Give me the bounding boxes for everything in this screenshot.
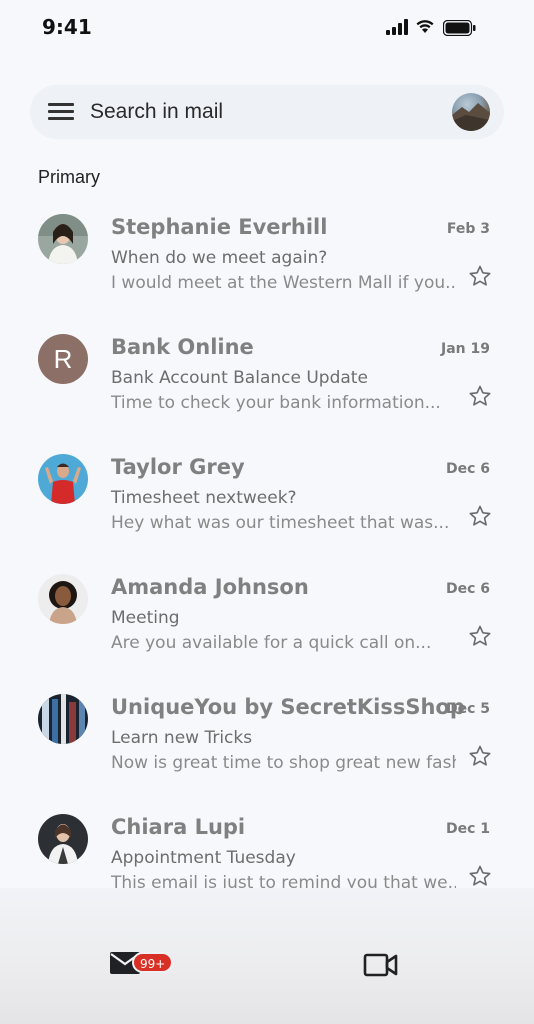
star-icon[interactable] [468,864,492,888]
sender-name: Bank Online [111,335,254,359]
meet-tab[interactable] [363,952,399,978]
email-snippet: Time to check your bank information... [111,393,441,413]
video-camera-icon [363,953,398,977]
bottom-nav: 99+ [0,888,534,1024]
sender-avatar [38,694,88,744]
mail-tab[interactable]: 99+ [110,950,174,980]
email-date: Dec 1 [445,821,490,837]
star-icon[interactable] [468,384,492,408]
star-icon[interactable] [468,264,492,288]
mail-row[interactable]: Taylor Grey Dec 6 Timesheet nextweek? He… [0,440,534,560]
account-avatar[interactable] [452,93,490,131]
email-subject: When do we meet again? [111,248,328,268]
sender-avatar [38,814,88,864]
email-date: Dec 5 [445,701,490,717]
email-date: Dec 6 [445,461,490,477]
mail-row[interactable]: Amanda Johnson Dec 6 Meeting Are you ava… [0,560,534,680]
email-snippet: Now is great time to shop great new fash… [111,753,456,773]
sender-name: UniqueYou by SecretKissShop [111,695,465,719]
star-icon[interactable] [468,744,492,768]
sender-avatar [38,574,88,624]
sender-name: Chiara Lupi [111,815,246,839]
status-bar: 9:41 [0,0,534,56]
mail-row[interactable]: Stephanie Everhill Feb 3 When do we meet… [0,200,534,320]
email-subject: Timesheet nextweek? [111,488,297,508]
search-input[interactable] [90,97,430,127]
sender-name: Stephanie Everhill [111,215,328,239]
status-time: 9:41 [42,15,92,39]
sender-name: Taylor Grey [111,455,245,479]
email-subject: Appointment Tuesday [111,848,296,868]
section-label-primary: Primary [38,167,100,187]
email-subject: Meeting [111,608,180,628]
wifi-icon [416,20,434,33]
sender-avatar [38,214,88,264]
email-snippet: Are you available for a quick call on... [111,633,432,653]
email-subject: Bank Account Balance Update [111,368,368,388]
mail-list: Stephanie Everhill Feb 3 When do we meet… [0,200,534,920]
email-snippet: Hey what was our timesheet that was... [111,513,450,533]
mail-row[interactable]: R Bank Online Jan 19 Bank Account Balanc… [0,320,534,440]
battery-icon [443,20,476,36]
email-date: Dec 6 [445,581,490,597]
sender-avatar-letter: R [38,334,88,384]
email-snippet: I would meet at the Western Mall if you.… [111,273,456,293]
star-icon[interactable] [468,624,492,648]
sender-name: Amanda Johnson [111,575,309,599]
email-date: Jan 19 [441,341,490,357]
unread-count-badge: 99+ [132,952,174,973]
signal-icon [386,19,408,35]
menu-icon[interactable] [48,103,74,121]
email-date: Feb 3 [446,221,490,237]
star-icon[interactable] [468,504,492,528]
search-bar[interactable] [30,85,504,139]
mail-row[interactable]: UniqueYou by SecretKissShop Dec 5 Learn … [0,680,534,800]
email-subject: Learn new Tricks [111,728,253,748]
sender-avatar [38,454,88,504]
